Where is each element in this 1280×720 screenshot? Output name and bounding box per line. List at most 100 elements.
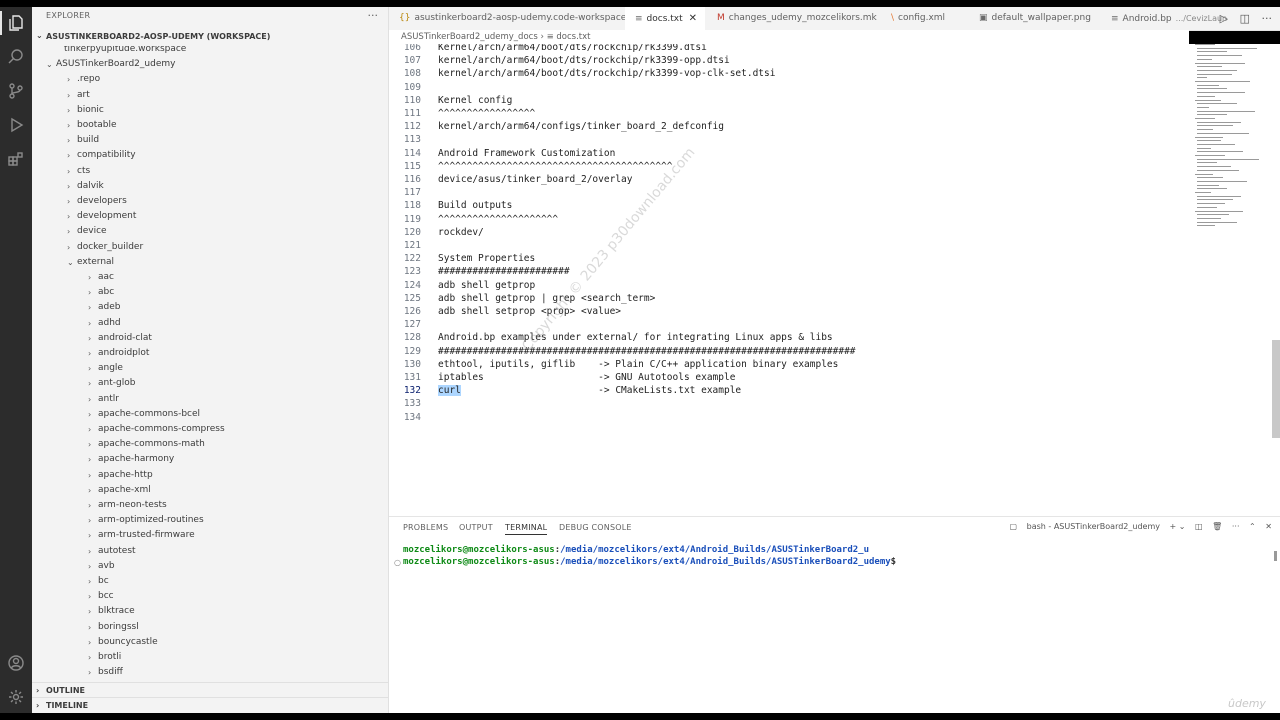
editor-tab[interactable]: {} asustinkerboard2-aosp-udemy.code-works… [389,7,626,30]
source-control-activity[interactable] [0,75,32,107]
timeline-section[interactable]: › TIMELINE [32,697,388,713]
more-actions-icon[interactable]: ··· [368,9,379,22]
tree-item-folder[interactable]: › autotest [32,544,388,559]
workspace-header[interactable]: ⌄ ASUSTINKERBOARD2-AOSP-UDEMY (WORKSPACE… [32,31,388,45]
run-icon[interactable]: ▷ [1220,12,1228,25]
tree-item-folder[interactable]: › device [32,224,388,239]
editor-tab[interactable]: ≡ Android.bp .../CevizLaun [1101,7,1227,30]
terminal-line[interactable]: mozcelikors@mozcelikors-asus:/media/mozc… [403,557,896,567]
tree-item-folder[interactable]: › apache-harmony [32,452,388,467]
tree-item-folder[interactable]: › bcc [32,589,388,604]
tree-item-folder[interactable]: › bootable [32,118,388,133]
editor-tab[interactable]: \ config.xml [881,7,967,30]
add-terminal-icon[interactable]: + ⌄ [1170,522,1186,531]
code-line[interactable]: Build outputs [438,200,512,211]
code-line[interactable]: adb shell getprop | grep <search_term> [438,293,655,304]
tree-item-external[interactable]: ⌄ external [32,255,388,270]
code-line[interactable]: kernel/arch/arm64/boot/dts/rockchip/rk33… [438,68,775,79]
code-line[interactable]: Android.bp examples under external/ for … [438,332,833,343]
chevron-up-icon[interactable]: ⌃ [1249,522,1256,531]
tree-item-folder[interactable]: › bc [32,574,388,589]
tree-item-folder[interactable]: › apache-commons-compress [32,422,388,437]
run-debug-activity[interactable] [0,109,32,141]
panel-tab[interactable]: TERMINAL [505,523,548,535]
tree-item-folder[interactable]: › brotli [32,650,388,665]
tree-item-folder[interactable]: › docker_builder [32,240,388,255]
panel-tab[interactable]: DEBUG CONSOLE [559,523,632,532]
editor-scrollbar[interactable] [1272,340,1280,438]
minimap[interactable] [1195,44,1270,234]
tree-item-folder[interactable]: › android-clat [32,331,388,346]
code-line[interactable]: Android Framework Customization [438,148,615,159]
tree-item-folder[interactable]: › bouncycastle [32,635,388,650]
tree-item-folder[interactable]: › adhd [32,316,388,331]
code-line[interactable]: Kernel/arch/arm64/boot/dts/rockchip/rk33… [438,44,707,53]
tree-item-folder[interactable]: › aac [32,270,388,285]
code-line[interactable]: Kernel config [438,95,512,106]
tree-item-folder[interactable]: › bsdiff [32,665,388,680]
accounts-activity[interactable] [0,647,32,679]
terminal-name[interactable]: bash - ASUSTinkerBoard2_udemy [1027,522,1160,531]
breadcrumb-file[interactable]: docs.txt [556,32,590,42]
code-line[interactable]: kernel/arch/arm64/configs/tinker_board_2… [438,121,724,132]
code-line[interactable]: iptables -> GNU Autotools example [438,372,735,383]
tree-item-folder[interactable]: › apache-commons-bcel [32,407,388,422]
tree-item-folder[interactable]: › bionic [32,103,388,118]
code-line[interactable]: System Properties [438,253,535,264]
tree-item-folder[interactable]: › developers [32,194,388,209]
code-line[interactable]: ^^^^^^^^^^^^^^^^^^^^^^^^^^^^^^^^^^^^^^^^… [438,161,673,172]
close-icon[interactable]: ✕ [1265,522,1272,531]
tree-item-folder[interactable]: › apache-http [32,468,388,483]
more-actions-icon[interactable]: ··· [1232,522,1240,531]
tree-item-folder[interactable]: › dalvik [32,179,388,194]
editor-tab[interactable]: ▣ default_wallpaper.png [969,7,1095,30]
code-editor[interactable]: 106 Kernel/arch/arm64/boot/dts/rockchip/r… [389,44,1280,516]
search-activity[interactable] [0,41,32,73]
split-editor-icon[interactable]: ◫ [1240,12,1250,25]
tree-item-folder[interactable]: › adeb [32,300,388,315]
code-line[interactable]: kernel/arch/arm64/boot/dts/rockchip/rk33… [438,55,730,66]
code-line[interactable]: ########################################… [438,346,856,357]
tree-item-folder[interactable]: › androidplot [32,346,388,361]
tree-item-folder[interactable]: › .repo [32,72,388,87]
code-line[interactable]: ethtool, iputils, giflib -> Plain C/C++ … [438,359,838,370]
tree-item-workspace-file[interactable]: tinkerpyupitude.workspace [32,46,388,57]
more-actions-icon[interactable]: ··· [1262,12,1273,25]
outline-section[interactable]: › OUTLINE [32,682,388,698]
tree-item-folder[interactable]: › arm-trusted-firmware [32,528,388,543]
tree-item-folder[interactable]: › apache-xml [32,483,388,498]
tree-item-folder[interactable]: › cts [32,164,388,179]
tree-item-folder[interactable]: › art [32,88,388,103]
tree-item-folder[interactable]: › abc [32,285,388,300]
code-line[interactable]: device/asus/tinker_board_2/overlay [438,174,632,185]
code-line[interactable]: ####################### [438,266,570,277]
code-line[interactable]: curl -> CMakeLists.txt example [438,385,741,397]
terminal-scrollbar[interactable] [1274,551,1277,561]
tree-item-folder[interactable]: › build [32,133,388,148]
tree-item-folder[interactable]: › antlr [32,392,388,407]
tree-item-folder[interactable]: › angle [32,361,388,376]
panel-tab[interactable]: PROBLEMS [403,523,448,532]
tree-item-folder[interactable]: › avb [32,559,388,574]
tree-item-folder[interactable]: › ant-glob [32,376,388,391]
tree-item-folder[interactable]: › arm-neon-tests [32,498,388,513]
close-icon[interactable]: ✕ [689,13,697,24]
tree-item-folder[interactable]: › boringssl [32,620,388,635]
tree-item-folder[interactable]: › blktrace [32,604,388,619]
manage-activity[interactable] [0,681,32,713]
explorer-activity[interactable] [0,7,32,39]
code-line[interactable]: ^^^^^^^^^^^^^^^^^ [438,108,535,119]
editor-tab[interactable]: ≡ docs.txt ✕ [625,7,705,30]
trash-icon[interactable]: 🗑 [1212,522,1222,531]
code-line[interactable]: ^^^^^^^^^^^^^^^^^^^^^ [438,214,558,225]
tree-item-root[interactable]: ⌄ ASUSTinkerBoard2_udemy [32,57,388,72]
extensions-activity[interactable] [0,143,32,175]
breadcrumb-folder[interactable]: ASUSTinkerBoard2_udemy_docs [401,32,538,42]
code-line[interactable]: adb shell getprop [438,280,535,291]
tree-item-folder[interactable]: › apache-commons-math [32,437,388,452]
code-line[interactable]: rockdev/ [438,227,484,238]
code-line[interactable]: adb shell setprop <prop> <value> [438,306,621,317]
split-terminal-icon[interactable]: ◫ [1195,522,1203,531]
terminal-line[interactable]: mozcelikors@mozcelikors-asus:/media/mozc… [403,545,869,555]
panel-tab[interactable]: OUTPUT [459,523,493,532]
